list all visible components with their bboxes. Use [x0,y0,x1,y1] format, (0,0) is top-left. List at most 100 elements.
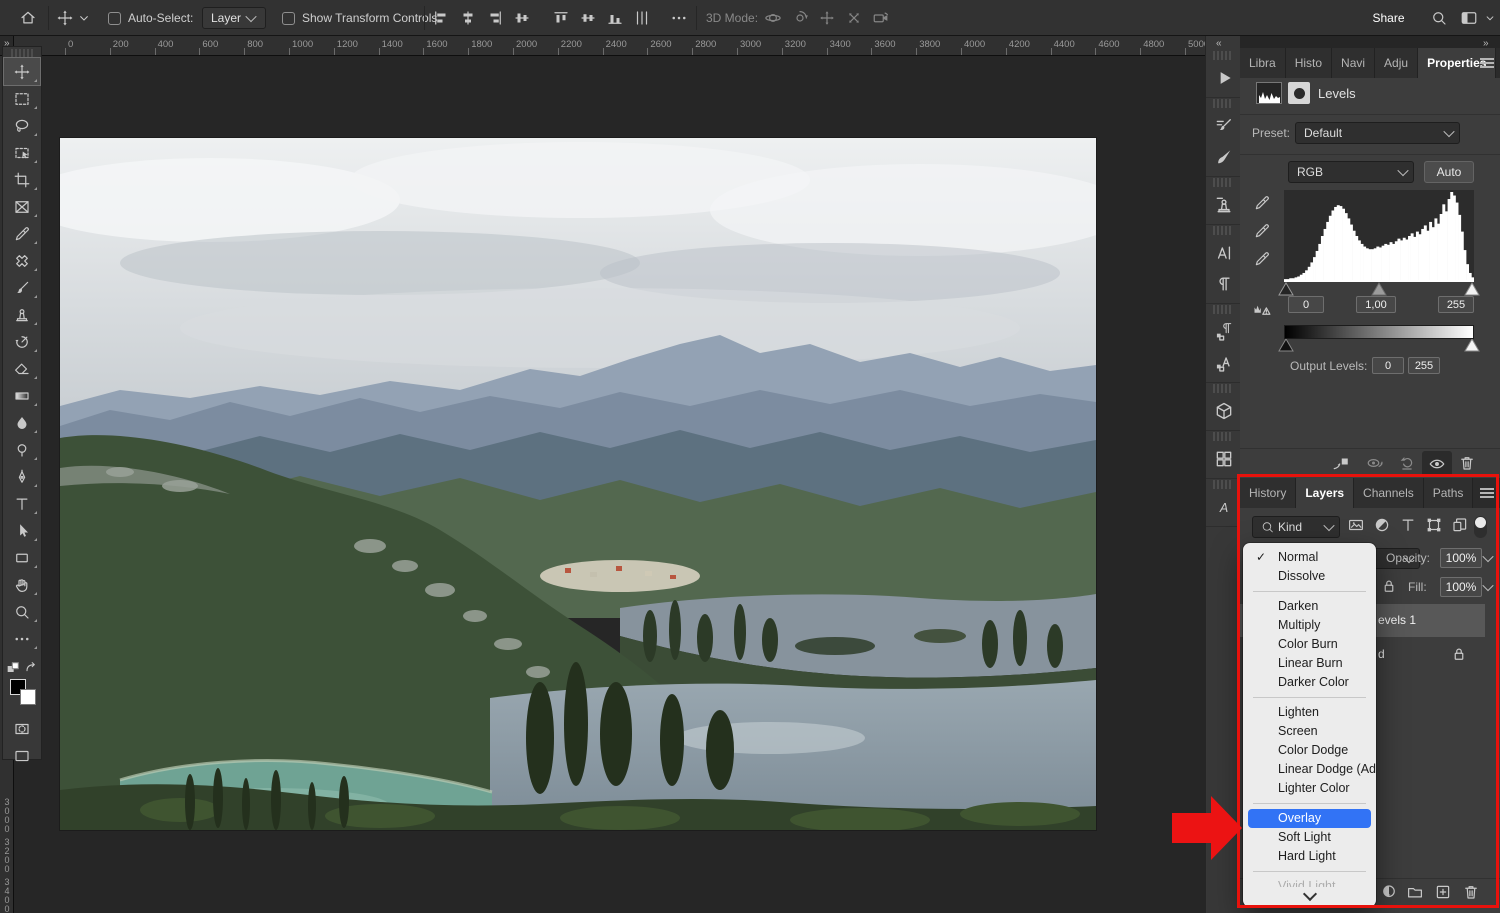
lock-all-icon[interactable] [1380,577,1398,595]
show-transform-checkbox[interactable] [282,0,295,36]
fill-input[interactable]: 100% [1440,577,1482,597]
output-highlight-input[interactable]: 255 [1408,357,1440,374]
panel-grip[interactable] [1213,305,1233,314]
tab-layers[interactable]: Layers [1296,478,1354,508]
tool-history-brush-icon[interactable] [4,328,40,355]
gamma-input[interactable]: 1,00 [1356,296,1396,313]
tool-type-icon[interactable] [4,490,40,517]
menu-item-linear-dodge-add-[interactable]: Linear Dodge (Add) [1248,760,1371,779]
dock-paragraph-styles-icon[interactable] [1206,316,1241,347]
menu-item-lighten[interactable]: Lighten [1248,703,1371,722]
menu-item-color-dodge[interactable]: Color Dodge [1248,741,1371,760]
panel-grip[interactable] [1213,480,1233,489]
distribute-top-icon[interactable] [552,9,570,27]
tool-move-icon[interactable] [4,58,40,85]
output-shadow-input[interactable]: 0 [1372,357,1404,374]
screen-mode-icon[interactable] [4,742,40,769]
filter-toggle-switch[interactable] [1474,516,1487,538]
tool-blur-icon[interactable] [4,409,40,436]
distribute-left-icon[interactable] [633,9,651,27]
delete-adjustment-icon[interactable] [1456,454,1478,472]
type-filter-icon[interactable] [1398,516,1418,534]
menu-item-normal[interactable]: Normal✓ [1248,548,1371,567]
panel-grip[interactable] [1213,432,1233,441]
tool-lasso-icon[interactable] [4,112,40,139]
menu-item-overlay[interactable]: Overlay [1248,809,1371,828]
dock-brushes-icon[interactable] [1206,141,1241,172]
hamburger-menu-icon[interactable] [1480,58,1494,68]
tab-history[interactable]: History [1240,478,1296,508]
shadow-input[interactable]: 0 [1288,296,1324,313]
hamburger-menu-icon[interactable] [1480,488,1494,498]
tool-object-selection-icon[interactable] [4,139,40,166]
auto-select-target-select[interactable]: Layer [202,7,266,29]
menu-item-multiply[interactable]: Multiply [1248,616,1371,635]
chevron-down-icon[interactable] [1483,0,1497,36]
tool-dodge-icon[interactable] [4,436,40,463]
dock-brush-settings-icon[interactable] [1206,110,1241,141]
dock-patterns-icon[interactable] [1206,443,1241,474]
search-icon[interactable] [1428,0,1450,36]
quick-mask-icon[interactable] [4,715,40,742]
dock-character-styles-icon[interactable] [1206,347,1241,378]
tab-libra[interactable]: Libra [1240,48,1286,78]
distribute-bottom-icon[interactable] [606,9,624,27]
new-layer-icon[interactable] [1432,883,1454,901]
canvas-image[interactable] [60,138,1096,830]
channel-select[interactable]: RGB [1288,161,1414,183]
preset-select[interactable]: Default [1295,122,1460,144]
chevron-down-icon[interactable] [76,0,92,36]
new-group-folder-icon[interactable] [1404,883,1426,901]
shape-filter-icon[interactable] [1424,516,1444,534]
visibility-eye-icon[interactable] [1422,451,1452,477]
orbit-3d-icon[interactable] [764,9,782,27]
levels-thumbnail-icon[interactable] [1256,82,1282,104]
menu-item-color-burn[interactable]: Color Burn [1248,635,1371,654]
adjustment-layer-icon[interactable] [1378,883,1400,901]
background-color-swatch[interactable] [20,689,36,705]
menu-item-lighter-color[interactable]: Lighter Color [1248,779,1371,798]
tool-pen-icon[interactable] [4,463,40,490]
move-tool-icon[interactable] [54,0,76,36]
menu-item-dissolve[interactable]: Dissolve [1248,567,1371,586]
tool-clone-stamp-icon[interactable] [4,301,40,328]
menu-scroll-down-icon[interactable] [1243,887,1376,907]
opacity-chevron-icon[interactable] [1484,554,1492,562]
tool-healing-brush-icon[interactable] [4,247,40,274]
distribute-center-icon[interactable] [579,9,597,27]
tool-eraser-icon[interactable] [4,355,40,382]
roll-3d-icon[interactable] [791,9,809,27]
align-center-h-icon[interactable] [459,9,477,27]
tab-channels[interactable]: Channels [1354,478,1424,508]
black-point-eyedropper-icon[interactable] [1252,194,1272,212]
mask-thumbnail-icon[interactable] [1288,82,1310,104]
menu-item-hard-light[interactable]: Hard Light [1248,847,1371,866]
tab-adju[interactable]: Adju [1375,48,1418,78]
menu-item-soft-light[interactable]: Soft Light [1248,828,1371,847]
tab-histo[interactable]: Histo [1286,48,1332,78]
clip-to-layer-icon[interactable] [1330,454,1352,472]
ellipsis-icon[interactable] [668,0,690,36]
tool-frame-icon[interactable] [4,193,40,220]
highlight-input[interactable]: 255 [1438,296,1474,313]
camera-3d-icon[interactable] [872,9,890,27]
share-button[interactable]: Share [1360,6,1417,30]
panel-grip[interactable] [1213,384,1233,393]
output-sliders[interactable] [1278,339,1480,352]
drag-3d-icon[interactable] [818,9,836,27]
default-colors-icon[interactable] [5,659,21,677]
tool-eyedropper-icon[interactable] [4,220,40,247]
menu-item-darker-color[interactable]: Darker Color [1248,673,1371,692]
fill-chevron-icon[interactable] [1484,583,1492,591]
auto-select-checkbox[interactable] [108,0,121,36]
tool-hand-icon[interactable] [4,571,40,598]
menu-item-screen[interactable]: Screen [1248,722,1371,741]
horizontal-ruler[interactable]: 0200400600800100012001400160018002000220… [0,36,1205,56]
tool-more-tools-icon[interactable] [4,625,40,652]
tool-crop-icon[interactable] [4,166,40,193]
filter-kind-select[interactable]: Kind [1252,516,1340,538]
panel-grip[interactable] [1213,226,1233,235]
smart-object-filter-icon[interactable] [1450,516,1470,534]
dock-clone-source-icon[interactable] [1206,189,1241,220]
workspace-icon[interactable] [1456,0,1482,36]
